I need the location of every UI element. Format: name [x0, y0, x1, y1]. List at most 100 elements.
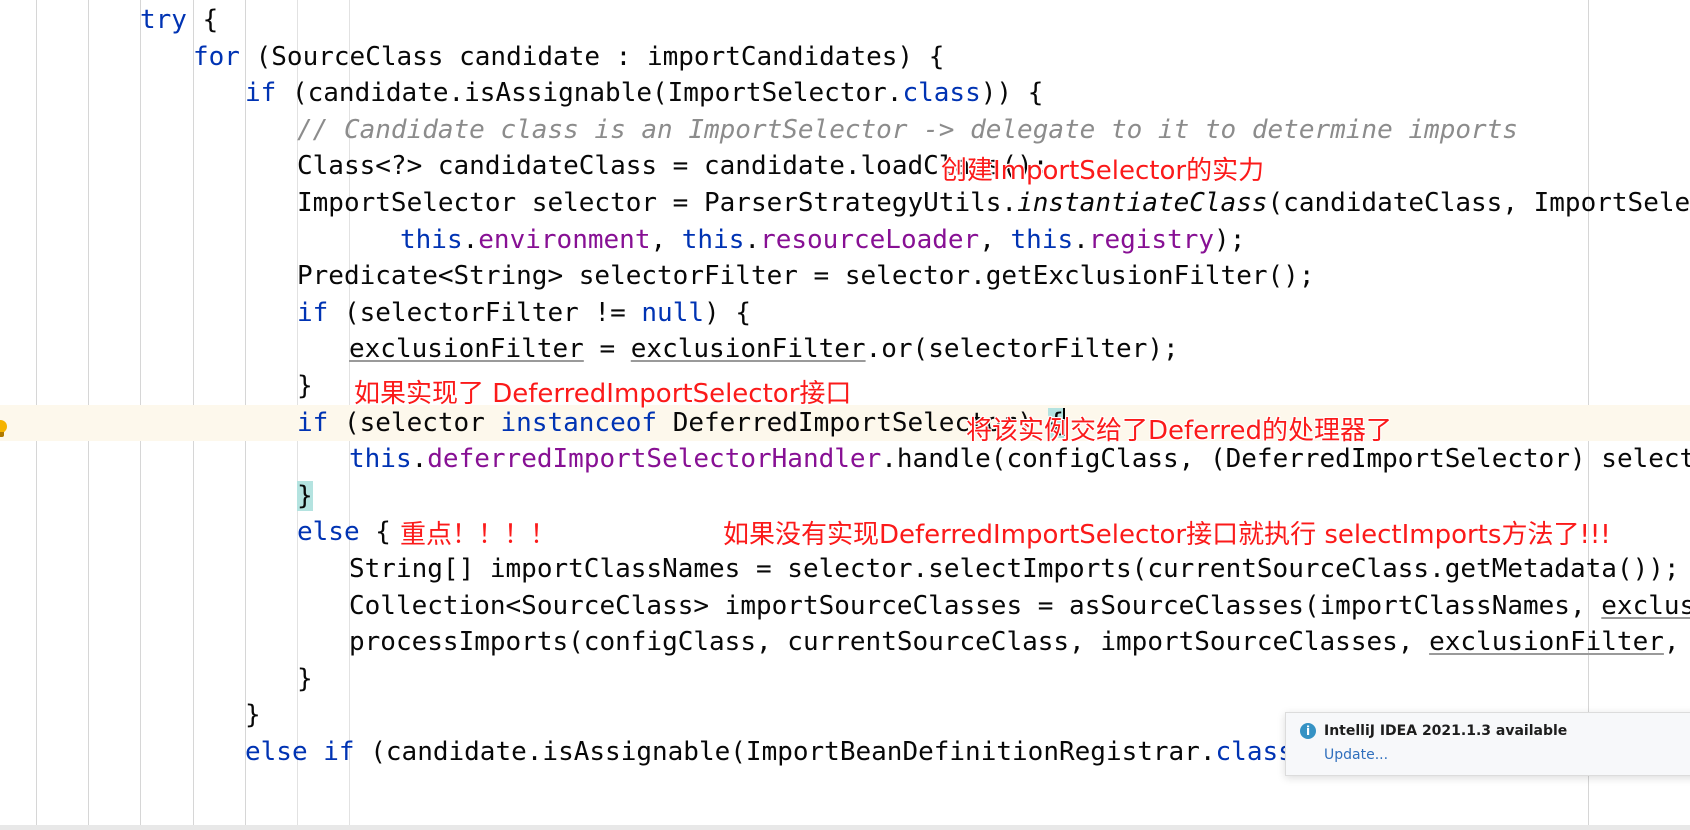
code-token: this	[681, 224, 745, 255]
code-token: exclusionFilter	[630, 334, 866, 365]
code-token: .	[1073, 224, 1089, 255]
bottom-strip	[0, 825, 1690, 830]
code-line-text: this.deferredImportSelectorHandler.handl…	[349, 441, 1690, 478]
code-line[interactable]: Class<?> candidateClass = candidate.load…	[0, 148, 1690, 185]
code-line-text: if (candidate.isAssignable(ImportSelecto…	[245, 75, 1043, 112]
code-line-text: Class<?> candidateClass = candidate.load…	[297, 148, 1048, 185]
code-token: );	[1214, 224, 1246, 255]
code-token: processImports(configClass, currentSourc…	[349, 627, 1430, 658]
code-token: class	[902, 78, 981, 109]
code-token: else	[297, 517, 376, 548]
code-token: (candidateClass, ImportSelector.	[1267, 188, 1690, 218]
code-line[interactable]: else {	[0, 514, 1690, 551]
code-line[interactable]: for (SourceClass candidate : importCandi…	[0, 39, 1690, 76]
code-line-text: ImportSelector selector = ParserStrategy…	[297, 185, 1690, 222]
code-line[interactable]: }	[0, 368, 1690, 405]
code-line-text: exclusionFilter = exclusionFilter.or(sel…	[349, 331, 1179, 368]
code-token: (candidate.isAssignable(ImportBeanDefini…	[370, 737, 1216, 767]
code-line-text: if (selectorFilter != null) {	[297, 295, 751, 332]
notification-header: i IntelliJ IDEA 2021.1.3 available	[1300, 723, 1690, 739]
code-token: Class<?> candidateClass = candidate.load…	[297, 151, 1049, 182]
code-line-text: Predicate<String> selectorFilter = selec…	[297, 258, 1314, 295]
code-line-text: String[] importClassNames = selector.sel…	[349, 551, 1680, 588]
code-token: this	[1010, 224, 1074, 255]
code-token: registry	[1088, 224, 1215, 255]
code-line-text: processImports(configClass, currentSourc…	[349, 624, 1690, 661]
update-notification-balloon[interactable]: i IntelliJ IDEA 2021.1.3 available Updat…	[1285, 712, 1690, 776]
code-line[interactable]: }	[0, 661, 1690, 698]
code-token: null	[641, 297, 705, 328]
code-token: }	[297, 371, 313, 401]
code-token: .	[744, 224, 761, 255]
code-token: this	[349, 444, 412, 475]
code-line-text: // Candidate class is an ImportSelector …	[297, 112, 1518, 149]
code-token: exclusionFilte	[1601, 590, 1690, 621]
code-token: resourceLoader	[760, 224, 980, 255]
code-token: // Candidate class is an ImportSelector …	[297, 114, 1518, 145]
code-line[interactable]: this.deferredImportSelectorHandler.handl…	[0, 441, 1690, 478]
code-token: exclusionFilter	[1429, 627, 1664, 658]
code-line[interactable]: }	[0, 478, 1690, 515]
code-token: =	[583, 334, 631, 365]
code-token: ) {	[704, 297, 751, 328]
code-token: .handle(configClass, (DeferredImportSele…	[881, 444, 1690, 475]
code-token: {	[202, 5, 219, 35]
lightbulb-base	[0, 432, 4, 437]
code-line-text: else {	[297, 514, 391, 551]
code-token: ,	[979, 224, 1011, 255]
code-editor[interactable]: try {for (SourceClass candidate : import…	[0, 0, 1690, 830]
code-token: .or(selectorFilter);	[865, 334, 1179, 365]
code-token: }	[297, 663, 313, 694]
code-line[interactable]: Collection<SourceClass> importSourceClas…	[0, 588, 1690, 625]
code-token: instanceof	[500, 407, 673, 438]
lightbulb-icon[interactable]	[0, 420, 10, 440]
code-token: environment	[478, 224, 651, 255]
code-token: DeferredImportSelector	[672, 407, 1018, 438]
code-token: ,	[1663, 627, 1680, 658]
code-token: }	[297, 480, 313, 511]
code-token: }	[245, 700, 261, 731]
code-token: instantiateClass	[1017, 188, 1268, 218]
code-token: this	[400, 224, 463, 255]
code-line-text: if (selector instanceof DeferredImportSe…	[297, 405, 1066, 442]
code-token: Collection<SourceClass> importSourceClas…	[349, 590, 1602, 621]
update-link[interactable]: Update...	[1324, 747, 1690, 763]
code-line[interactable]: String[] importClassNames = selector.sel…	[0, 551, 1690, 588]
code-line[interactable]: if (selector instanceof DeferredImportSe…	[0, 404, 1690, 442]
code-line[interactable]: ImportSelector selector = ParserStrategy…	[0, 185, 1690, 222]
code-token: )) {	[980, 78, 1044, 109]
code-line-text: try {	[140, 2, 218, 39]
code-token: else if	[245, 737, 371, 767]
code-line[interactable]: processImports(configClass, currentSourc…	[0, 624, 1690, 661]
code-token: (selector	[343, 407, 501, 438]
code-token: for	[193, 41, 256, 72]
code-token: ImportSelector selector = ParserStrategy…	[297, 188, 1018, 218]
code-line-text: }	[297, 368, 313, 405]
code-token: try	[140, 5, 203, 35]
code-lines[interactable]: try {for (SourceClass candidate : import…	[0, 0, 1690, 830]
code-token: if	[245, 78, 292, 109]
code-line-text: }	[245, 697, 261, 734]
code-token: (candidate.isAssignable(ImportSelector.	[291, 78, 903, 109]
code-token: .	[411, 444, 428, 475]
code-line-text: this.environment, this.resourceLoader, t…	[400, 222, 1245, 259]
code-line-text: Collection<SourceClass> importSourceClas…	[349, 588, 1690, 625]
code-token: String[] importClassNames = selector.sel…	[349, 554, 1680, 584]
code-line[interactable]: if (selectorFilter != null) {	[0, 295, 1690, 332]
code-line[interactable]: exclusionFilter = exclusionFilter.or(sel…	[0, 331, 1690, 368]
code-token: (SourceClass candidate : importCandidate…	[255, 41, 945, 72]
code-line-text: for (SourceClass candidate : importCandi…	[193, 39, 944, 76]
code-token: exclusionFilter	[349, 334, 584, 365]
code-token: Predicate<String> selectorFilter = selec…	[297, 261, 1315, 292]
info-icon: i	[1300, 723, 1316, 739]
code-token: )	[1017, 407, 1049, 438]
code-token: {	[375, 517, 391, 548]
code-line[interactable]: Predicate<String> selectorFilter = selec…	[0, 258, 1690, 295]
code-line[interactable]: if (candidate.isAssignable(ImportSelecto…	[0, 75, 1690, 112]
code-line[interactable]: try {	[0, 2, 1690, 39]
code-line-text: }	[297, 478, 313, 515]
code-line[interactable]: this.environment, this.resourceLoader, t…	[0, 222, 1690, 259]
code-token: if	[297, 297, 344, 328]
code-line[interactable]: // Candidate class is an ImportSelector …	[0, 112, 1690, 149]
code-token: .	[462, 224, 479, 255]
